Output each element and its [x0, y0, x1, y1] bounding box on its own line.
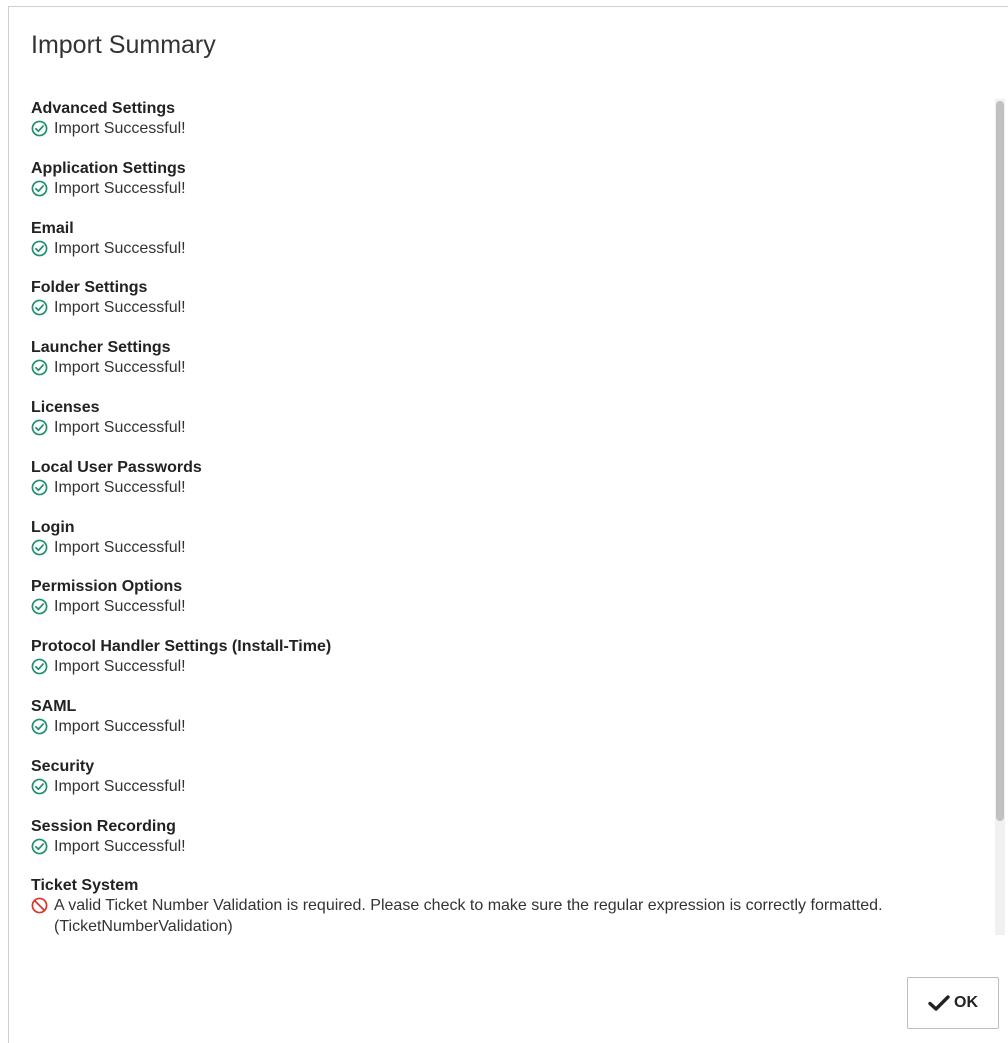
- ok-button[interactable]: OK: [907, 977, 999, 1029]
- import-item: SAML Import Successful!: [31, 697, 991, 757]
- import-item-message: Import Successful!: [54, 299, 186, 317]
- import-item-message: Import Successful!: [54, 418, 186, 436]
- import-item-message: Import Successful!: [54, 359, 186, 377]
- scrollbar[interactable]: [995, 99, 1005, 935]
- import-item-status: Import Successful!: [31, 178, 991, 199]
- import-item-message: Import Successful!: [54, 837, 186, 855]
- import-item-status: Import Successful!: [31, 477, 991, 498]
- import-item: Licenses Import Successful!: [31, 398, 991, 458]
- import-item-message: Import Successful!: [54, 717, 186, 735]
- check-circle-icon: [31, 359, 48, 376]
- scrollbar-thumb[interactable]: [996, 101, 1004, 821]
- dialog-title: Import Summary: [31, 31, 216, 59]
- import-item-title: Protocol Handler Settings (Install-Time): [31, 638, 332, 656]
- import-item: Email Import Successful!: [31, 219, 991, 279]
- check-circle-icon: [31, 419, 48, 436]
- check-circle-icon: [31, 838, 48, 854]
- import-item-title: Advanced Settings: [31, 100, 176, 117]
- check-circle-icon: [31, 778, 48, 795]
- check-circle-icon: [31, 479, 48, 496]
- import-summary-dialog: Import Summary Advanced Settings Import S…: [8, 6, 1008, 1043]
- import-item-title: Session Recording: [31, 817, 176, 835]
- import-item: Ticket System A valid Ticket Number Valid…: [31, 876, 991, 936]
- import-item: Protocol Handler Settings (Install-Time)…: [31, 637, 991, 697]
- import-item-status: Import Successful!: [31, 238, 991, 259]
- import-item-message: Import Successful!: [54, 120, 186, 137]
- import-item-title: Email: [31, 219, 74, 237]
- check-circle-icon: [31, 120, 48, 137]
- import-item-message: Import Successful!: [54, 777, 186, 795]
- check-circle-icon: [31, 598, 48, 615]
- import-item: Local User Passwords Import Successful!: [31, 458, 991, 518]
- import-item-message: Import Successful!: [54, 598, 186, 616]
- check-circle-icon: [31, 240, 48, 257]
- prohibited-icon: [31, 897, 48, 914]
- import-item-title: Permission Options: [31, 578, 183, 596]
- import-item-status: Import Successful!: [31, 716, 991, 737]
- import-item-title: Ticket System: [31, 877, 139, 895]
- import-item-title: Application Settings: [31, 159, 186, 177]
- import-item-message: Import Successful!: [54, 478, 186, 496]
- import-item-message: Import Successful!: [54, 239, 186, 257]
- import-item-title: Login: [31, 518, 75, 536]
- import-item: Folder Settings Import Successful!: [31, 278, 991, 338]
- check-circle-icon: [31, 658, 48, 675]
- check-circle-icon: [31, 539, 48, 556]
- import-item-status: Import Successful!: [31, 297, 991, 318]
- check-circle-icon: [31, 180, 48, 197]
- import-item-title: Security: [31, 757, 95, 775]
- import-item-status: Import Successful!: [31, 357, 991, 378]
- import-item-title: Local User Passwords: [31, 458, 202, 476]
- check-circle-icon: [31, 299, 48, 316]
- import-item: Launcher Settings Import Successful!: [31, 338, 991, 398]
- import-item-status: Import Successful!: [31, 537, 991, 558]
- import-item-title: Folder Settings: [31, 279, 148, 297]
- import-item: Advanced Settings Import Successful!: [31, 99, 991, 159]
- import-item-message: Import Successful!: [54, 658, 186, 676]
- import-item-status: Import Successful!: [31, 656, 991, 677]
- import-item-title: Launcher Settings: [31, 339, 171, 357]
- import-item: Session Recording Import Successful!: [31, 817, 991, 877]
- import-item-status: Import Successful!: [31, 118, 991, 139]
- import-item-status: Import Successful!: [31, 776, 991, 797]
- import-item-status: A valid Ticket Number Validation is requ…: [31, 895, 991, 937]
- import-item: Security Import Successful!: [31, 757, 991, 817]
- import-item-title: Licenses: [31, 398, 100, 416]
- import-item-title: SAML: [31, 697, 77, 715]
- import-item-status: Import Successful!: [31, 836, 991, 857]
- import-summary-list[interactable]: Advanced Settings Import Successful! Appli…: [31, 99, 991, 939]
- import-item-status: Import Successful!: [31, 596, 991, 617]
- import-item: Permission Options Import Successful!: [31, 577, 991, 637]
- import-item-message: Import Successful!: [54, 538, 186, 556]
- import-item-status: Import Successful!: [31, 417, 991, 438]
- check-icon: [928, 995, 950, 1011]
- check-circle-icon: [31, 718, 48, 735]
- import-item-message: A valid Ticket Number Validation is requ…: [54, 897, 883, 936]
- import-item: Application Settings Import Successful!: [31, 159, 991, 219]
- import-item-message: Import Successful!: [54, 179, 186, 197]
- import-item: Login Import Successful!: [31, 518, 991, 578]
- ok-button-label: OK: [954, 994, 978, 1011]
